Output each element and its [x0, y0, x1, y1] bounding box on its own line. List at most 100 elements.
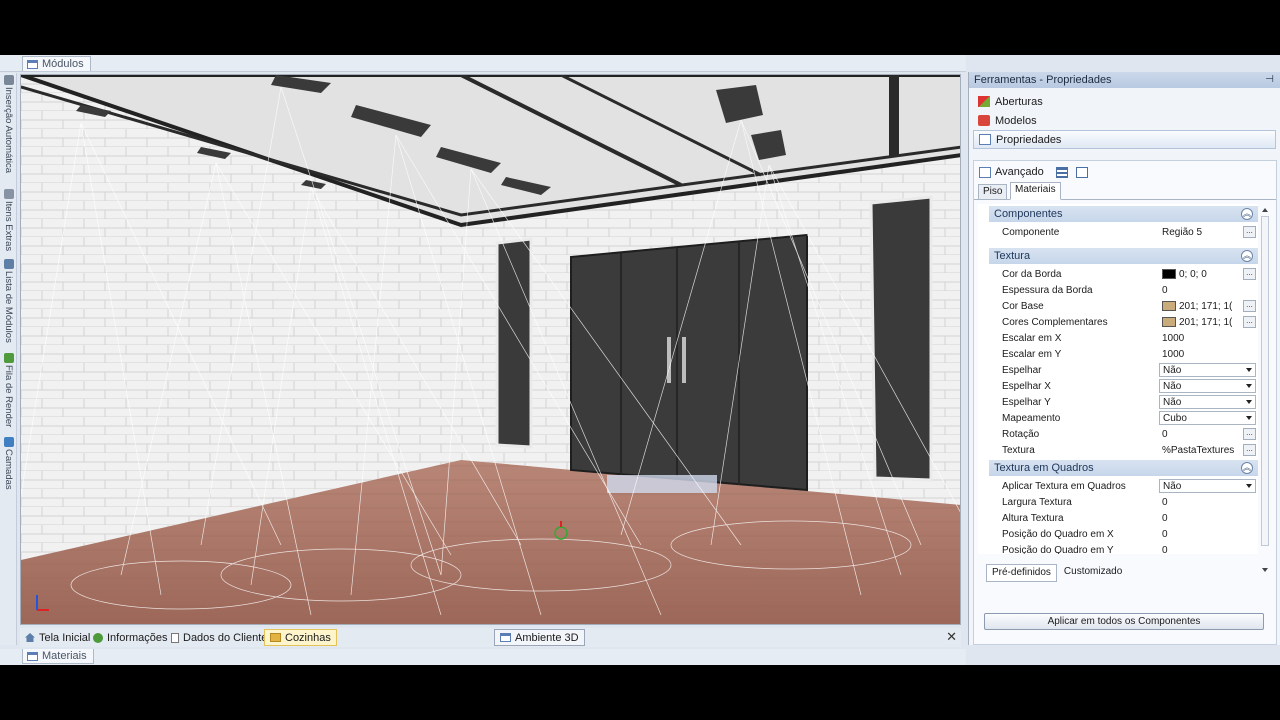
ellipsis-button[interactable]: ... [1243, 268, 1256, 280]
tab-customizado[interactable]: Customizado [1059, 564, 1127, 582]
collapse-icon[interactable]: ︽ [1241, 208, 1253, 220]
left-tab-label: Fila de Render [3, 365, 14, 428]
categorized-view-icon[interactable] [1055, 166, 1068, 178]
collapse-icon[interactable]: ︽ [1241, 462, 1253, 474]
property-row[interactable]: Rotação 0 ... [989, 426, 1258, 442]
property-row[interactable]: Altura Textura 0 [989, 510, 1258, 526]
property-row[interactable]: Espessura da Borda 0 [989, 282, 1258, 298]
value-text: %PastaTextures [1162, 444, 1235, 456]
property-row[interactable]: Largura Textura 0 [989, 494, 1258, 510]
3d-viewport[interactable] [20, 74, 961, 625]
mapeamento-dropdown[interactable]: Cubo [1159, 411, 1256, 425]
tab-modulos[interactable]: Módulos [22, 56, 91, 71]
property-row[interactable]: Espelhar Não [989, 362, 1258, 378]
property-value[interactable]: Não [1159, 479, 1258, 493]
left-tab-fila-de-render[interactable]: Fila de Render [2, 353, 15, 427]
3d-room-scene [21, 75, 960, 624]
property-value[interactable]: 0 [1159, 495, 1258, 509]
property-value[interactable]: 0 [1159, 527, 1258, 541]
scroll-down-icon[interactable] [1262, 568, 1268, 572]
property-value[interactable]: 0 [1159, 283, 1258, 297]
value-text: 201; 171; 1( [1179, 316, 1233, 328]
property-value[interactable]: 0 [1159, 511, 1258, 525]
property-value[interactable]: Não [1159, 363, 1258, 377]
property-value[interactable]: 0 [1159, 543, 1258, 555]
accordion-item-propriedades[interactable]: Propriedades [973, 130, 1276, 149]
property-row[interactable]: Cores Complementares 201; 171; 1( ... [989, 314, 1258, 330]
tab-piso[interactable]: Piso [978, 184, 1008, 200]
property-row[interactable]: Espelhar Y Não [989, 394, 1258, 410]
property-row[interactable]: Posição do Quadro em X 0 [989, 526, 1258, 542]
property-value[interactable]: %PastaTextures ... [1159, 443, 1258, 457]
collapse-icon[interactable]: ︽ [1241, 250, 1253, 262]
aplicar-textura-dropdown[interactable]: Não [1159, 479, 1256, 493]
property-grid: Componentes ︽ Componente Região 5 ... Te… [978, 204, 1258, 554]
ellipsis-button[interactable]: ... [1243, 316, 1256, 328]
scroll-thumb[interactable] [1261, 216, 1269, 546]
accordion-item-modelos[interactable]: Modelos [973, 111, 1276, 130]
tab-tela-inicial[interactable]: Tela Inicial [20, 629, 95, 646]
apply-all-components-button[interactable]: Aplicar em todos os Componentes [984, 613, 1264, 630]
close-icon[interactable]: ✕ [946, 629, 957, 645]
ellipsis-button[interactable]: ... [1243, 300, 1256, 312]
ellipsis-button[interactable]: ... [1243, 226, 1256, 238]
tab-cozinhas[interactable]: Cozinhas [264, 629, 337, 646]
category-textura[interactable]: Textura ︽ [989, 248, 1258, 264]
property-value[interactable]: 201; 171; 1( ... [1159, 299, 1258, 313]
property-value[interactable]: Região 5 ... [1159, 225, 1258, 239]
tab-ambiente-3d[interactable]: Ambiente 3D [494, 629, 585, 646]
left-tab-itens-extras[interactable]: Itens Extras [2, 189, 15, 251]
tab-dados-do-cliente[interactable]: Dados do Cliente [166, 629, 272, 646]
tab-materiais-bottom[interactable]: Materiais [22, 649, 94, 664]
property-row[interactable]: Escalar em X 1000 [989, 330, 1258, 346]
left-tab-lista-de-modulos[interactable]: Lista de Módulos [2, 259, 15, 343]
category-componentes[interactable]: Componentes ︽ [989, 206, 1258, 222]
left-tab-camadas[interactable]: Camadas [2, 437, 15, 490]
render-icon [3, 353, 14, 363]
property-row[interactable]: Mapeamento Cubo [989, 410, 1258, 426]
ellipsis-button[interactable]: ... [1243, 428, 1256, 440]
property-row[interactable]: Cor Base 201; 171; 1( ... [989, 298, 1258, 314]
property-row[interactable]: Posição do Quadro em Y 0 [989, 542, 1258, 555]
espelhar-x-dropdown[interactable]: Não [1159, 379, 1256, 393]
espelhar-y-dropdown[interactable]: Não [1159, 395, 1256, 409]
property-value[interactable]: 0; 0; 0 ... [1159, 267, 1258, 281]
property-value[interactable]: 1000 [1159, 331, 1258, 345]
property-value[interactable]: Cubo [1159, 411, 1258, 425]
folder-icon [270, 633, 281, 642]
scroll-up-icon[interactable] [1262, 208, 1268, 212]
value-text: Não [1163, 364, 1182, 376]
left-tab-insercao-automatica[interactable]: Inserção Automática [2, 75, 15, 173]
property-key: Espelhar [1002, 364, 1042, 376]
espelhar-dropdown[interactable]: Não [1159, 363, 1256, 377]
property-value[interactable]: Não [1159, 379, 1258, 393]
property-value[interactable]: 0 ... [1159, 427, 1258, 441]
property-value[interactable]: Não [1159, 395, 1258, 409]
tab-informacoes[interactable]: Informações [88, 629, 173, 646]
accordion-item-aberturas[interactable]: Aberturas [973, 92, 1276, 111]
advanced-label: Avançado [995, 166, 1044, 178]
property-row[interactable]: Escalar em Y 1000 [989, 346, 1258, 362]
property-row[interactable]: Componente Região 5 ... [989, 224, 1258, 240]
property-key: Largura Textura [1002, 496, 1072, 508]
tab-materiais[interactable]: Materiais [1010, 182, 1061, 200]
property-value[interactable]: 201; 171; 1( ... [1159, 315, 1258, 329]
properties-icon [979, 166, 991, 178]
ellipsis-button[interactable]: ... [1243, 444, 1256, 456]
property-row[interactable]: Aplicar Textura em Quadros Não [989, 478, 1258, 494]
category-textura-em-quadros[interactable]: Textura em Quadros ︽ [989, 460, 1258, 476]
property-row[interactable]: Textura %PastaTextures ... [989, 442, 1258, 458]
grid-view-icon[interactable] [1075, 166, 1088, 178]
tab-pre-definidos[interactable]: Pré-definidos [986, 564, 1057, 582]
window-icon [500, 633, 511, 642]
value-text: Não [1163, 480, 1182, 492]
property-value[interactable]: 1000 [1159, 347, 1258, 361]
value-text: 0 [1162, 428, 1168, 440]
property-row[interactable]: Espelhar X Não [989, 378, 1258, 394]
models-icon [978, 115, 990, 126]
property-row[interactable]: Cor da Borda 0; 0; 0 ... [989, 266, 1258, 282]
tab-label: Cozinhas [285, 631, 331, 644]
tab-label: Materiais [1015, 184, 1056, 195]
property-grid-scrollbar[interactable] [1260, 204, 1270, 576]
pin-icon[interactable]: ⊣ [1265, 74, 1274, 85]
